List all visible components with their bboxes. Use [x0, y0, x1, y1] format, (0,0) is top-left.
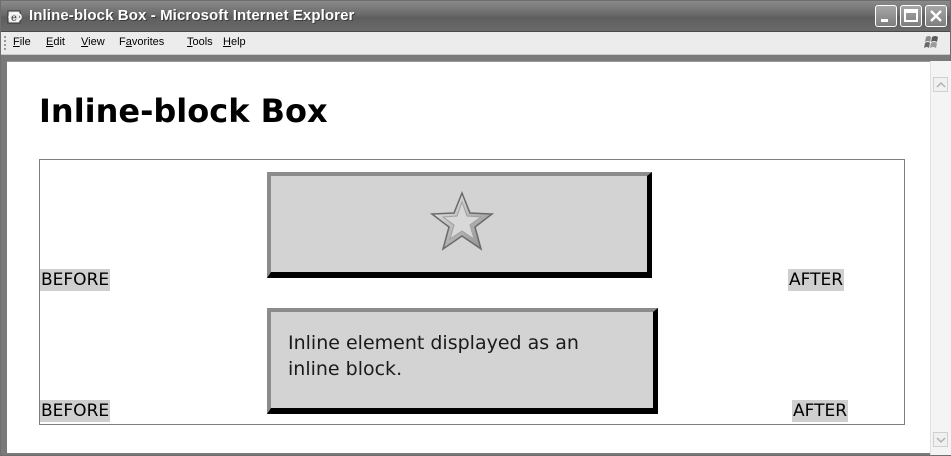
- close-button[interactable]: [925, 5, 947, 27]
- page-title: Inline-block Box: [39, 92, 328, 130]
- menu-bar: File Edit View Favorites Tools Help: [1, 32, 950, 55]
- menu-file[interactable]: File: [13, 36, 31, 48]
- menu-help[interactable]: Help: [223, 36, 246, 48]
- minimize-button[interactable]: [875, 5, 897, 27]
- scroll-up-button[interactable]: [933, 77, 948, 92]
- menu-favorites[interactable]: Favorites: [119, 36, 164, 48]
- title-bar[interactable]: e Inline-block Box - Microsoft Internet …: [1, 1, 950, 32]
- maximize-button[interactable]: [900, 5, 922, 27]
- vertical-scrollbar[interactable]: [930, 61, 951, 455]
- page-content: Inline-block Box BEFORE AFTER Inline ele…: [7, 61, 930, 453]
- svg-text:e: e: [11, 13, 17, 24]
- browser-window: e Inline-block Box - Microsoft Internet …: [0, 0, 951, 456]
- minimize-icon: [881, 19, 888, 22]
- inline-block-image-box: [267, 172, 652, 278]
- before-label: BEFORE: [40, 269, 111, 291]
- before-label: BEFORE: [40, 400, 111, 422]
- inline-block-text-box: Inline element displayed as an inline bl…: [267, 308, 658, 414]
- demo-container: BEFORE AFTER Inline element displayed as…: [39, 159, 905, 425]
- toolbar-grip[interactable]: [4, 36, 6, 50]
- ie-page-icon: e: [7, 9, 23, 24]
- star-icon: [429, 190, 495, 251]
- window-title: Inline-block Box - Microsoft Internet Ex…: [29, 7, 355, 24]
- after-label: AFTER: [792, 400, 849, 422]
- menu-edit[interactable]: Edit: [46, 36, 65, 48]
- maximize-icon: [904, 9, 918, 22]
- inline-block-text: Inline element displayed as an inline bl…: [288, 332, 579, 380]
- menu-tools[interactable]: Tools: [187, 36, 213, 48]
- close-icon: [930, 10, 942, 22]
- menu-view[interactable]: View: [81, 36, 105, 48]
- scroll-down-button[interactable]: [933, 432, 948, 447]
- windows-logo-icon: [920, 34, 944, 52]
- chevron-down-icon: [936, 437, 946, 444]
- after-label: AFTER: [788, 269, 845, 291]
- chevron-up-icon: [936, 81, 946, 88]
